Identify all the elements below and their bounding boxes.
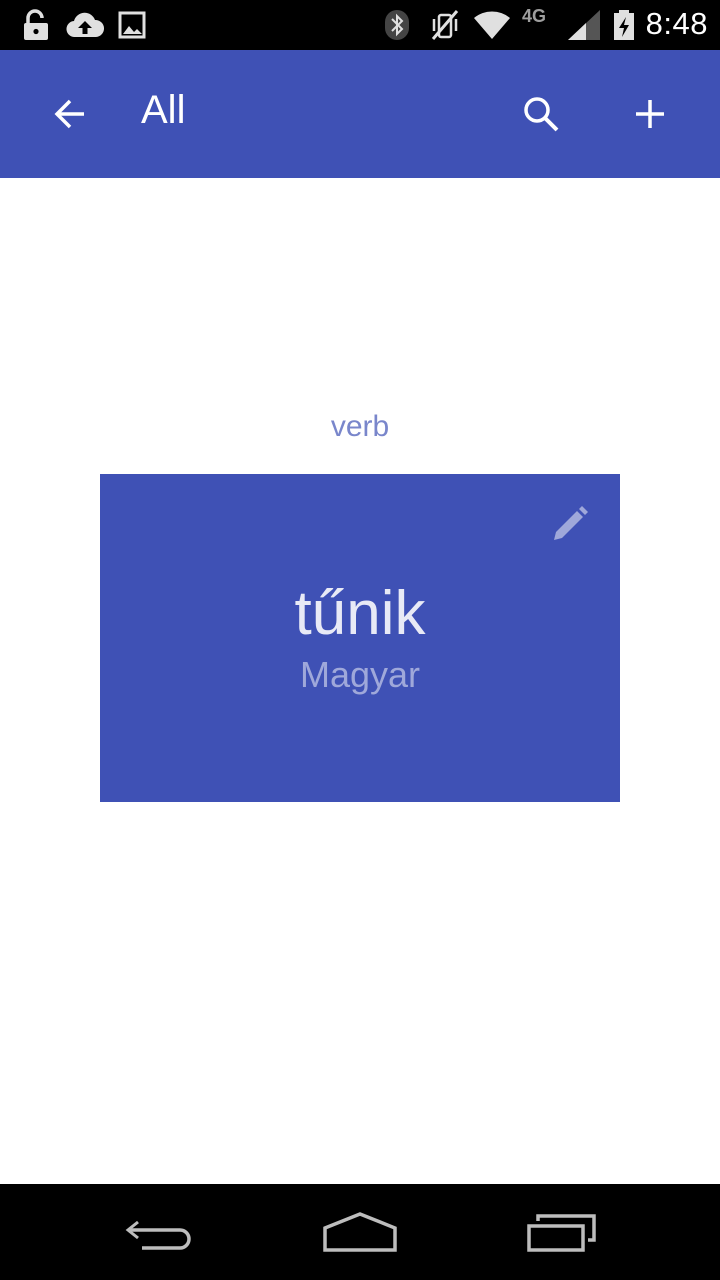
flashcard-word: tűnik bbox=[294, 579, 426, 648]
pencil-icon bbox=[554, 506, 588, 540]
image-icon bbox=[118, 11, 146, 39]
edit-button[interactable] bbox=[546, 500, 594, 548]
vibrate-off-icon bbox=[431, 10, 459, 40]
search-button[interactable] bbox=[505, 78, 577, 150]
cloud-upload-icon bbox=[66, 12, 104, 38]
network-type-label: 4G bbox=[522, 6, 547, 26]
bluetooth-icon bbox=[385, 10, 409, 40]
part-of-speech-label: verb bbox=[330, 410, 390, 443]
status-bar: 4G 8:48 bbox=[0, 0, 720, 50]
add-button[interactable] bbox=[614, 78, 686, 150]
unlock-icon bbox=[24, 9, 48, 40]
content-area: verb tűnik Magyar bbox=[0, 178, 720, 1184]
toolbar-title: All bbox=[141, 88, 186, 132]
arrow-back-icon bbox=[54, 99, 84, 129]
cell-signal-icon bbox=[568, 10, 600, 40]
recents-nav-icon bbox=[527, 1214, 596, 1252]
add-icon bbox=[636, 100, 664, 128]
navigation-bar bbox=[0, 1184, 720, 1280]
flashcard-language: Magyar bbox=[299, 654, 421, 695]
flashcard[interactable]: tűnik Magyar bbox=[100, 474, 620, 802]
app-bar: All bbox=[0, 50, 720, 178]
search-icon bbox=[524, 97, 559, 132]
battery-charging-icon bbox=[614, 10, 634, 40]
wifi-icon bbox=[474, 11, 510, 39]
back-nav-icon bbox=[125, 1220, 191, 1250]
status-time: 8:48 bbox=[645, 6, 708, 41]
nav-recents-button[interactable] bbox=[502, 1204, 622, 1260]
back-button[interactable] bbox=[34, 78, 106, 150]
nav-back-button[interactable] bbox=[100, 1204, 220, 1260]
home-nav-icon bbox=[323, 1212, 397, 1252]
nav-home-button[interactable] bbox=[300, 1204, 420, 1260]
